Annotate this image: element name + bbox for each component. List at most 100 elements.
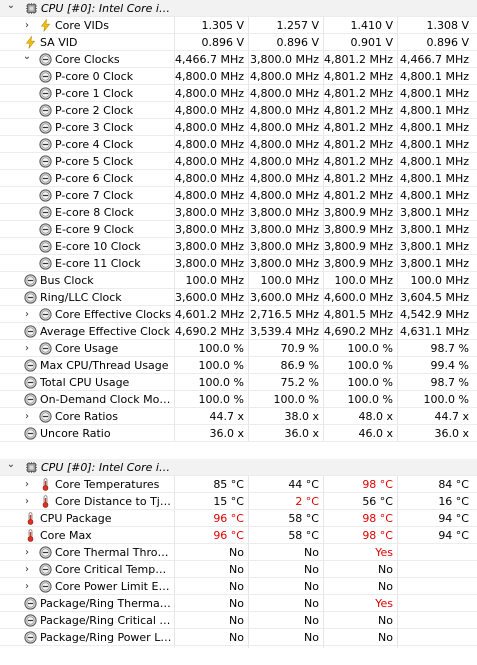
chevron-right-icon[interactable]: › xyxy=(22,493,32,510)
group-title: CPU [#0]: Intel Core i7-1... xyxy=(41,461,170,474)
sensor-row-e-core-10[interactable]: E-core 10 Clock 3,800.0 MHz 3,800.0 MHz 3,8… xyxy=(0,238,477,255)
sensor-row-p-core-6[interactable]: P-core 6 Clock 4,800.0 MHz 4,800.0 MHz 4,80… xyxy=(0,170,477,187)
sensor-label: P-core 7 Clock xyxy=(55,189,134,202)
sensor-row-core-critical-temperature[interactable]: › Core Critical Tempera... No No No xyxy=(0,561,477,578)
current-value: 3,800.0 MHz xyxy=(174,223,244,236)
sensor-row-core-ratios[interactable]: › Core Ratios 44.7 x 38.0 x 48.0 x 44.7 x xyxy=(0,408,477,425)
sensor-row-package-ring-power-limit[interactable]: Package/Ring Power Limi... No No No xyxy=(0,629,477,646)
footer-blank xyxy=(0,648,477,665)
chevron-down-icon[interactable]: ⌄ xyxy=(6,0,16,14)
sensor-row-cpu-package[interactable]: CPU Package 96 °C 58 °C 98 °C 94 °C xyxy=(0,510,477,527)
clock-icon xyxy=(39,104,52,117)
clock-icon xyxy=(24,291,37,304)
average-value: 94 °C xyxy=(438,512,469,525)
sensor-row-sa-vid[interactable]: SA VID 0.896 V 0.896 V 0.901 V 0.896 V xyxy=(0,34,477,51)
minimum-value: 4,800.0 MHz xyxy=(249,189,319,202)
maximum-value: 4,801.2 MHz xyxy=(323,138,393,151)
minimum-value: 70.9 % xyxy=(280,342,319,355)
minimum-value: 58 °C xyxy=(288,529,319,542)
sensor-label: Core Usage xyxy=(55,342,119,355)
sensor-row-core-effective-clocks[interactable]: › Core Effective Clocks 4,601.2 MHz 2,716.5… xyxy=(0,306,477,323)
maximum-value: 0.901 V xyxy=(350,36,393,49)
chevron-right-icon[interactable]: › xyxy=(22,17,32,34)
sensor-group-header[interactable]: ⌄ CPU [#0]: Intel Core i7-1... xyxy=(0,0,477,17)
average-value: 4,800.1 MHz xyxy=(399,104,469,117)
current-value: 4,466.7 MHz xyxy=(174,53,244,66)
sensor-row-e-core-11[interactable]: E-core 11 Clock 3,800.0 MHz 3,800.0 MHz 3,8… xyxy=(0,255,477,272)
current-value: No xyxy=(229,631,244,644)
sensor-row-core-temperatures[interactable]: › Core Temperatures 85 °C 44 °C 98 °C 84 °C xyxy=(0,476,477,493)
maximum-value: 46.0 x xyxy=(358,427,394,440)
chevron-right-icon[interactable]: › xyxy=(22,476,32,493)
sensor-row-p-core-1[interactable]: P-core 1 Clock 4,800.0 MHz 4,800.0 MHz 4,80… xyxy=(0,85,477,102)
chevron-down-icon[interactable]: ⌄ xyxy=(6,456,16,473)
clock-icon xyxy=(39,121,52,134)
lightning-icon xyxy=(39,18,52,32)
sensor-row-avg-effective-clock[interactable]: Average Effective Clock 4,690.2 MHz 3,539.… xyxy=(0,323,477,340)
minimum-value: 3,800.0 MHz xyxy=(249,240,319,253)
sensor-row-total-cpu-usage[interactable]: Total CPU Usage 100.0 % 75.2 % 100.0 % 98.7 … xyxy=(0,374,477,391)
sensor-row-p-core-5[interactable]: P-core 5 Clock 4,800.0 MHz 4,800.0 MHz 4,80… xyxy=(0,153,477,170)
current-value: 3,800.0 MHz xyxy=(174,257,244,270)
thermometer-icon xyxy=(24,529,37,542)
clock-icon xyxy=(39,546,52,559)
average-value: 16 °C xyxy=(438,495,469,508)
current-value: 4,800.0 MHz xyxy=(174,87,244,100)
sensor-row-core-distance-tjmax[interactable]: › Core Distance to TjMAX 15 °C 2 °C 56 °C 16 … xyxy=(0,493,477,510)
sensor-row-core-vids[interactable]: › Core VIDs 1.305 V 1.257 V 1.410 V 1.308 V xyxy=(0,17,477,34)
sensor-row-core-power-limit-exceeded[interactable]: › Core Power Limit Exc... No No No xyxy=(0,578,477,595)
chevron-right-icon[interactable]: › xyxy=(22,408,32,425)
minimum-value: No xyxy=(304,563,319,576)
sensor-label: P-core 5 Clock xyxy=(55,155,134,168)
current-value: 3,800.0 MHz xyxy=(174,240,244,253)
chevron-right-icon[interactable]: › xyxy=(22,340,32,357)
maximum-value: 4,801.2 MHz xyxy=(323,104,393,117)
maximum-value: No xyxy=(378,580,393,593)
sensor-row-core-max[interactable]: Core Max 96 °C 58 °C 98 °C 94 °C xyxy=(0,527,477,544)
sensor-label: Max CPU/Thread Usage xyxy=(40,359,169,372)
average-value: 100.0 MHz xyxy=(410,274,469,287)
thermometer-icon xyxy=(39,478,52,491)
clock-icon xyxy=(39,257,52,270)
sensor-row-ring-llc-clock[interactable]: Ring/LLC Clock 3,600.0 MHz 3,600.0 MHz 4,60… xyxy=(0,289,477,306)
sensor-row-p-core-0[interactable]: P-core 0 Clock 4,800.0 MHz 4,800.0 MHz 4,80… xyxy=(0,68,477,85)
sensor-group-header[interactable]: ⌄ CPU [#0]: Intel Core i7-1... xyxy=(0,459,477,476)
sensor-row-core-thermal-throttling[interactable]: › Core Thermal Throttling No No Yes xyxy=(0,544,477,561)
chevron-right-icon[interactable]: › xyxy=(22,578,32,595)
sensor-label: Bus Clock xyxy=(40,274,94,287)
sensor-row-p-core-7[interactable]: P-core 7 Clock 4,800.0 MHz 4,800.0 MHz 4,80… xyxy=(0,187,477,204)
sensor-row-e-core-9[interactable]: E-core 9 Clock 3,800.0 MHz 3,800.0 MHz 3,80… xyxy=(0,221,477,238)
chevron-right-icon[interactable]: › xyxy=(22,306,32,323)
sensor-row-p-core-3[interactable]: P-core 3 Clock 4,800.0 MHz 4,800.0 MHz 4,80… xyxy=(0,119,477,136)
sensor-row-uncore-ratio[interactable]: Uncore Ratio 36.0 x 36.0 x 46.0 x 36.0 x xyxy=(0,425,477,442)
minimum-value: 100.0 MHz xyxy=(260,274,319,287)
sensor-row-core-clocks[interactable]: ⌄ Core Clocks 4,466.7 MHz 3,800.0 MHz 4,801.… xyxy=(0,51,477,68)
sensor-row-e-core-8[interactable]: E-core 8 Clock 3,800.0 MHz 3,800.0 MHz 3,80… xyxy=(0,204,477,221)
maximum-value: 100.0 % xyxy=(347,342,393,355)
sensor-row-max-cpu-thread-usage[interactable]: Max CPU/Thread Usage 100.0 % 86.9 % 100.0 %… xyxy=(0,357,477,374)
sensor-row-on-demand-clock-modulation[interactable]: On-Demand Clock Modul... 100.0 % 100.0 % 10… xyxy=(0,391,477,408)
chevron-down-icon[interactable]: ⌄ xyxy=(22,48,32,65)
sensor-row-p-core-2[interactable]: P-core 2 Clock 4,800.0 MHz 4,800.0 MHz 4,80… xyxy=(0,102,477,119)
minimum-value: 100.0 % xyxy=(273,393,319,406)
sensor-row-package-ring-critical-temperature[interactable]: Package/Ring Critical Te... No No No xyxy=(0,612,477,629)
minimum-value: 58 °C xyxy=(288,512,319,525)
sensor-label: E-core 8 Clock xyxy=(55,206,134,219)
current-value: No xyxy=(229,546,244,559)
sensor-row-bus-clock[interactable]: Bus Clock 100.0 MHz 100.0 MHz 100.0 MHz 100.… xyxy=(0,272,477,289)
chevron-right-icon[interactable]: › xyxy=(22,544,32,561)
sensor-label: Ring/LLC Clock xyxy=(40,291,122,304)
maximum-value: 4,600.0 MHz xyxy=(323,291,393,304)
current-value: No xyxy=(229,597,244,610)
minimum-value: 38.0 x xyxy=(284,410,320,423)
chevron-right-icon[interactable]: › xyxy=(22,561,32,578)
average-value: 4,800.1 MHz xyxy=(399,121,469,134)
current-value: 100.0 % xyxy=(198,359,244,372)
clock-icon xyxy=(24,597,37,610)
sensor-row-core-usage[interactable]: › Core Usage 100.0 % 70.9 % 100.0 % 98.7 % xyxy=(0,340,477,357)
sensor-label: On-Demand Clock Modul... xyxy=(40,393,172,406)
average-value: 1.308 V xyxy=(426,19,469,32)
clock-icon xyxy=(24,427,37,440)
sensor-row-p-core-4[interactable]: P-core 4 Clock 4,800.0 MHz 4,800.0 MHz 4,80… xyxy=(0,136,477,153)
sensor-row-package-ring-thermal-throttling[interactable]: Package/Ring Thermal Th... No No Yes xyxy=(0,595,477,612)
